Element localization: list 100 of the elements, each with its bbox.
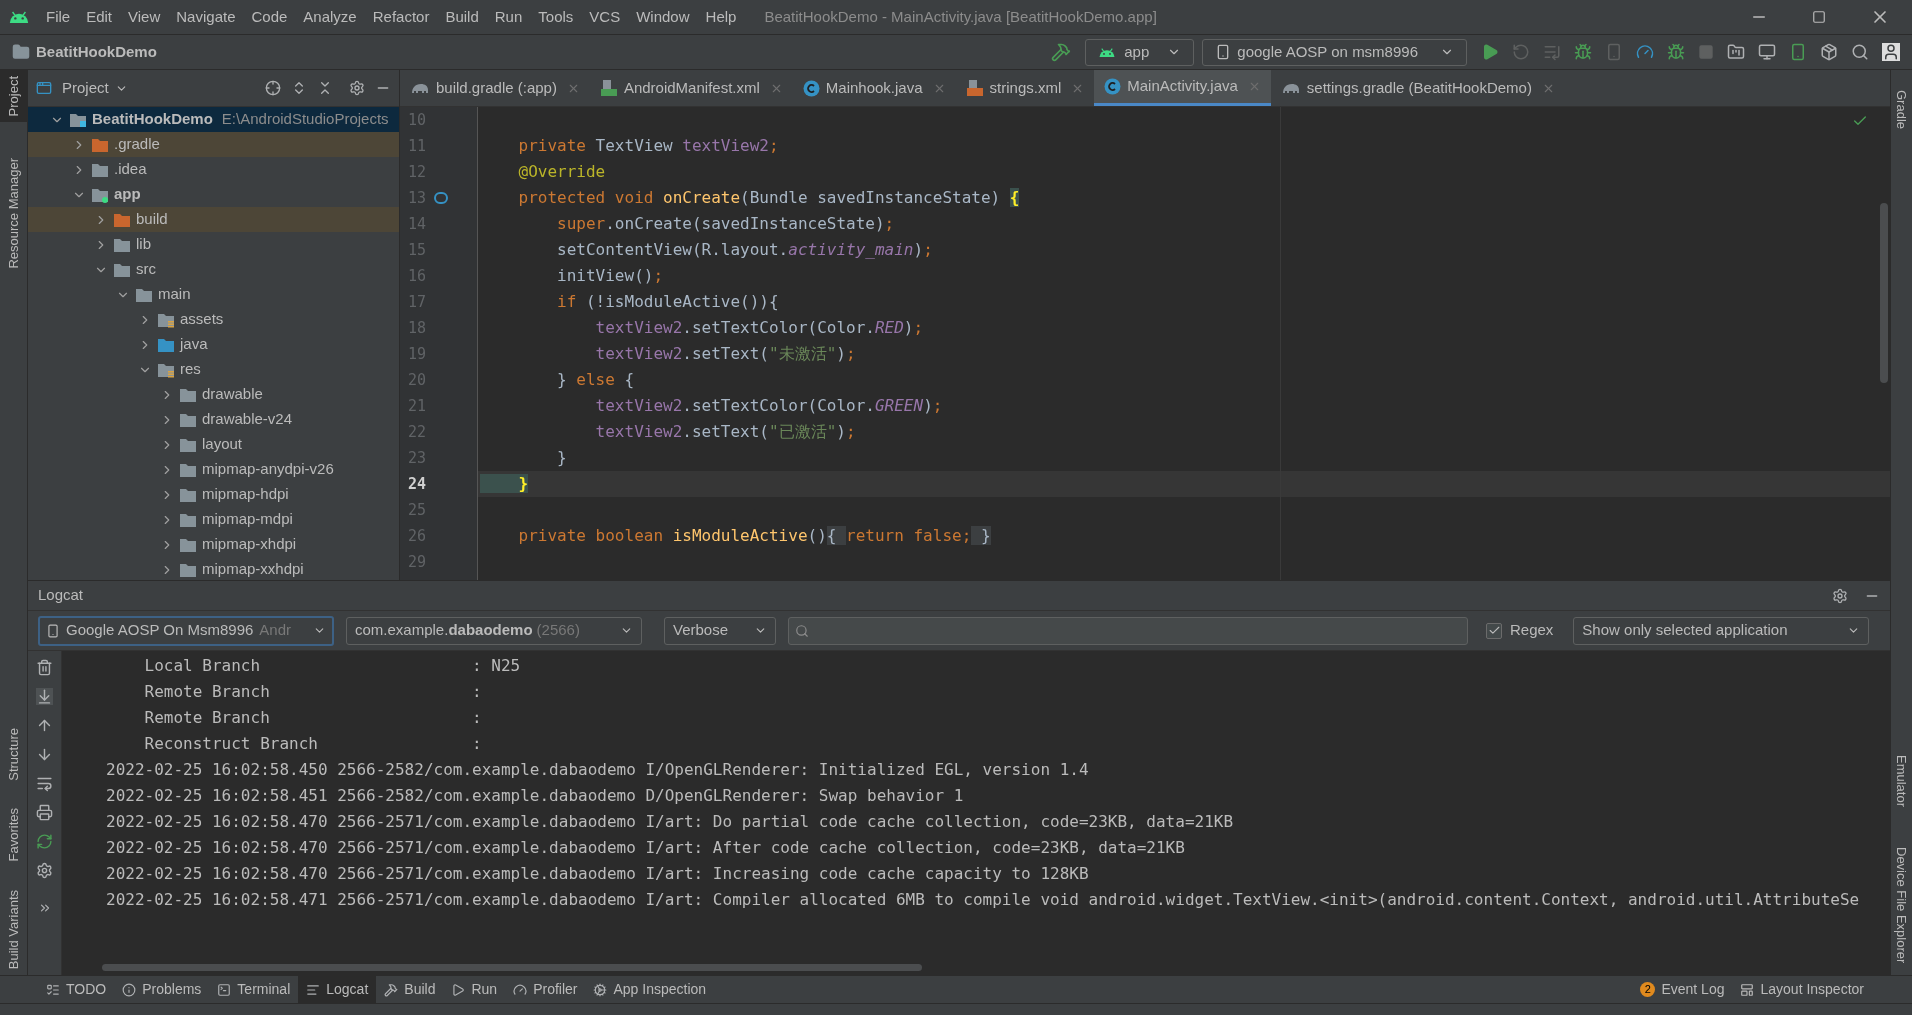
menu-item[interactable]: Analyze [295,5,365,29]
menu-item[interactable]: VCS [581,5,629,29]
checkbox[interactable] [1486,622,1502,639]
maximize-icon[interactable] [1812,10,1826,24]
locate-icon[interactable] [265,80,281,96]
tool-window-button[interactable]: TODO [38,976,115,1003]
arrow-up-icon[interactable] [36,717,53,734]
tree-item[interactable]: assets [28,307,399,332]
level-dropdown[interactable]: Verbose [664,616,776,645]
layout-inspector-button[interactable]: Layout Inspector [1732,979,1872,1000]
debug-icon[interactable] [1574,43,1592,61]
menu-item[interactable]: Window [628,5,698,29]
event-log-button[interactable]: 2 Event Log [1632,979,1733,1000]
folder-icon [113,261,131,278]
tree-item[interactable]: java [28,332,399,357]
menu-item[interactable]: Code [243,5,296,29]
tool-window-button[interactable]: App Inspection [585,976,715,1003]
menu-item[interactable]: Tools [530,5,582,29]
view-dropdown[interactable]: Project [62,76,128,100]
tree-item[interactable]: mipmap-anydpi-v26 [28,457,399,482]
menu-item[interactable]: View [120,5,169,29]
attach-debugger-icon[interactable] [1667,43,1685,61]
menu-item[interactable]: Help [697,5,745,29]
tool-window-tab[interactable]: Resource Manager [0,152,27,276]
log-line: 2022-02-25 16:02:58.470 2566-2571/com.example.dabaodemo I/art: Increasing code cache capacity to 128KB [106,863,1089,885]
tree-item[interactable]: .idea [28,157,399,182]
profiler-icon[interactable] [1636,43,1654,61]
scroll-to-end-icon[interactable] [36,688,53,705]
arrow-down-icon[interactable] [36,746,53,763]
tool-window-label[interactable]: Device File Explorer [1891,846,1912,963]
filter-dropdown[interactable]: Show only selected application [1573,616,1870,645]
project-name[interactable]: BeatitHookDemo [36,40,157,64]
tree-item[interactable]: mipmap-xhdpi [28,532,399,557]
tree-item[interactable]: res [28,357,399,382]
restart-icon[interactable] [36,833,53,850]
scrollbar[interactable] [1880,203,1888,383]
device-dropdown[interactable]: google AOSP on msm8996 [1202,38,1467,66]
tool-window-button[interactable]: Run [443,976,506,1003]
tree-item[interactable]: .gradle [28,132,399,157]
editor-tab[interactable]: Mainhook.java [792,70,956,106]
tree-item[interactable]: app [28,182,399,207]
android-icon [1098,46,1117,58]
editor-tab[interactable]: build.gradle (:app) [400,70,590,106]
tool-window-label[interactable]: Gradle [1891,90,1912,130]
editor-tab[interactable]: MainActivity.java [1094,70,1271,106]
tool-window-tab[interactable]: Favorites [0,802,27,868]
tree-item[interactable]: BeatitHookDemo E:\AndroidStudioProjects [28,107,399,132]
editor-tab[interactable]: settings.gradle (BeatitHookDemo) [1270,70,1565,106]
settings-icon[interactable] [349,80,365,96]
menu-item[interactable]: Edit [78,5,121,29]
package-dropdown[interactable]: com.example.dabaodemo (2566) [346,616,642,645]
tree-item[interactable]: build [28,207,399,232]
search-icon[interactable] [1851,43,1869,61]
menu-item[interactable]: Navigate [168,5,244,29]
trash-icon[interactable] [36,659,53,676]
tool-window-tab[interactable]: Structure [0,721,27,787]
tree-item[interactable]: layout [28,432,399,457]
tool-window-button[interactable]: Profiler [505,976,586,1003]
tool-window-button[interactable]: Problems [114,976,210,1003]
tool-window-button[interactable]: Terminal [209,976,299,1003]
menu-item[interactable]: Refactor [364,5,438,29]
tool-window-tab[interactable]: Project [0,70,27,123]
device-manager-icon[interactable] [1758,43,1776,61]
tree-item-label: mipmap-anydpi-v26 [202,459,334,480]
tool-window-button[interactable]: Logcat [298,976,377,1003]
account-icon[interactable] [1882,43,1900,61]
wrap-icon[interactable] [36,775,53,792]
scrollbar[interactable] [102,964,922,971]
run-config-dropdown[interactable]: app [1085,38,1195,66]
settings-icon[interactable] [1832,587,1848,604]
code-line: private boolean isModuleActive(){ return false; } [517,525,991,547]
emulator-icon[interactable] [1789,43,1807,61]
settings-icon[interactable] [36,862,53,879]
menu-item[interactable]: File [38,5,79,29]
editor-tab[interactable]: AndroidManifest.xml [589,70,793,106]
tree-item[interactable]: mipmap-mdpi [28,507,399,532]
tool-window-label[interactable]: Emulator [1891,754,1912,807]
menu-item[interactable]: Run [486,5,531,29]
tree-item[interactable]: drawable-v24 [28,407,399,432]
print-icon[interactable] [36,804,53,821]
menu-item[interactable]: Build [437,5,487,29]
tree-item[interactable]: main [28,282,399,307]
tree-item[interactable]: src [28,257,399,282]
run-icon[interactable] [1481,43,1499,61]
tool-window-tab[interactable]: Build Variants [0,883,27,975]
device-dropdown[interactable]: Google AOSP On Msm8996 Andr [38,615,334,646]
hammer-icon[interactable] [1051,42,1072,62]
log-line: 2022-02-25 16:02:58.451 2566-2582/com.example.dabaodemo D/OpenGLRenderer: Swap behavior 1 [106,785,964,807]
editor-tab[interactable]: strings.xml [955,70,1095,106]
search-field[interactable] [788,616,1468,645]
terminal-icon [217,982,232,997]
tool-window-button[interactable]: Build [376,976,444,1003]
tree-item[interactable]: drawable [28,382,399,407]
project-structure-icon[interactable] [1727,43,1745,61]
code-line: @Override [517,161,606,183]
sdk-manager-icon[interactable] [1820,43,1838,61]
tree-item[interactable]: mipmap-hdpi [28,482,399,507]
regex-checkbox[interactable]: Regex [1486,619,1554,642]
tree-item[interactable]: mipmap-xxhdpi [28,557,399,580]
tree-item[interactable]: lib [28,232,399,257]
